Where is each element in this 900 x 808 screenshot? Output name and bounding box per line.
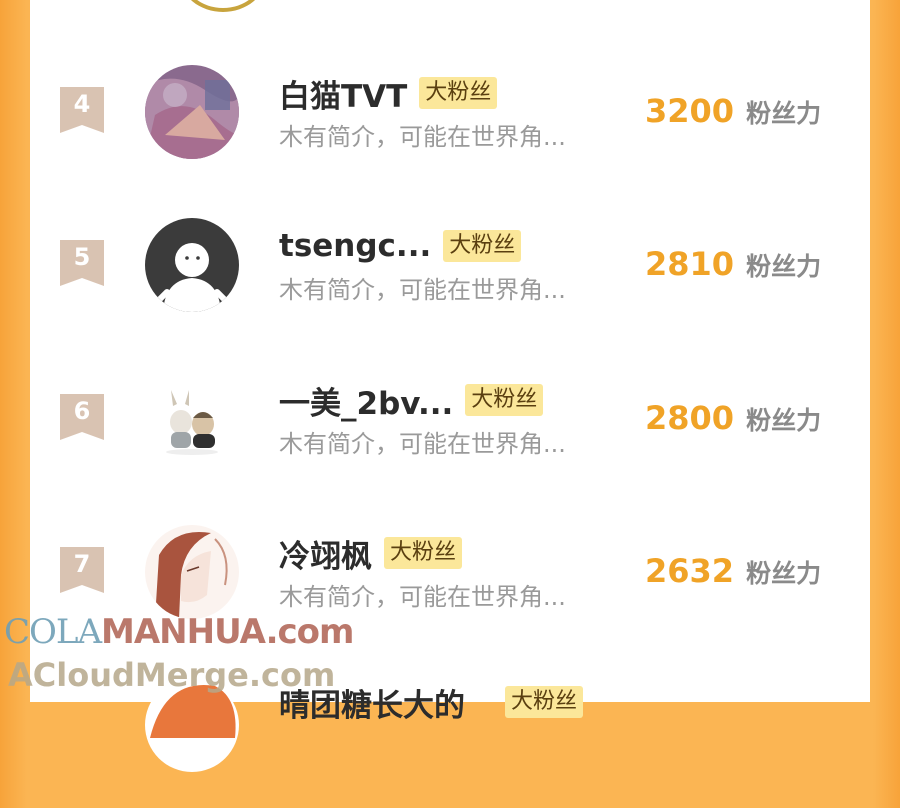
fan-level-badge: 大粉丝 [419, 77, 498, 109]
fan-level-badge: 大粉丝 [505, 686, 584, 718]
rank-number: 6 [73, 397, 91, 425]
rank-ribbon-icon: 5 [60, 240, 104, 286]
user-bio: 木有简介，可能在世界角... [279, 276, 566, 304]
user-name[interactable]: 一美_2bv... [279, 378, 453, 423]
watermark-domain: MANHUA.com [101, 612, 354, 652]
fan-level-badge: 大粉丝 [443, 230, 522, 262]
fan-level-badge: 大粉丝 [465, 384, 544, 416]
rank-ribbon-icon: 7 [60, 547, 104, 593]
user-avatar[interactable] [145, 525, 239, 619]
user-avatar[interactable] [145, 372, 239, 466]
ranking-row[interactable]: 4 白猫TVT 大粉丝 木有简介，可能在世界角... 3200 粉丝力 [30, 65, 870, 195]
user-bio: 木有简介，可能在世界角... [279, 430, 566, 458]
fan-level-badge: 大粉丝 [384, 537, 463, 569]
fan-power-label: 粉丝力 [746, 252, 822, 281]
fan-power-label: 粉丝力 [746, 559, 822, 588]
fan-ranking-panel: 4 白猫TVT 大粉丝 木有简介，可能在世界角... 3200 粉丝力 5 ts… [30, 0, 870, 772]
watermark-secondary: ACloudMerge.com [8, 656, 336, 694]
user-bio: 木有简介，可能在世界角... [279, 123, 566, 151]
rank-number: 4 [73, 90, 91, 118]
previous-rank-avatar[interactable] [180, 0, 266, 12]
fan-power-value: 2810 [645, 245, 735, 283]
fan-power-label: 粉丝力 [746, 406, 822, 435]
user-bio: 木有简介，可能在世界角... [279, 583, 566, 611]
user-name[interactable]: 冷翊枫 [279, 531, 372, 576]
rank-ribbon-icon: 6 [60, 394, 104, 440]
fan-power-label: 粉丝力 [746, 99, 822, 128]
user-avatar[interactable] [145, 65, 239, 159]
user-avatar[interactable] [145, 218, 239, 312]
watermark-prefix: COLA [4, 612, 102, 652]
fan-power-value: 2800 [645, 399, 735, 437]
ranking-row[interactable]: 6 一美_2bv... 大粉丝 木有简介，可能在世界角... 2800 粉丝力 [30, 372, 870, 502]
fan-power-value: 3200 [645, 92, 735, 130]
user-name[interactable]: tsengc... [279, 228, 431, 264]
rank-number: 7 [73, 550, 91, 578]
rank-number: 5 [73, 243, 91, 271]
rank-ribbon-icon: 4 [60, 87, 104, 133]
ranking-row[interactable]: 5 tsengc... 大粉丝 木有简介，可能在世界角... 2810 粉丝力 [30, 218, 870, 348]
site-watermark: COLAMANHUA.com ACloudMerge.com [0, 612, 420, 702]
fan-power-value: 2632 [645, 552, 735, 590]
user-name[interactable]: 白猫TVT [279, 71, 407, 116]
